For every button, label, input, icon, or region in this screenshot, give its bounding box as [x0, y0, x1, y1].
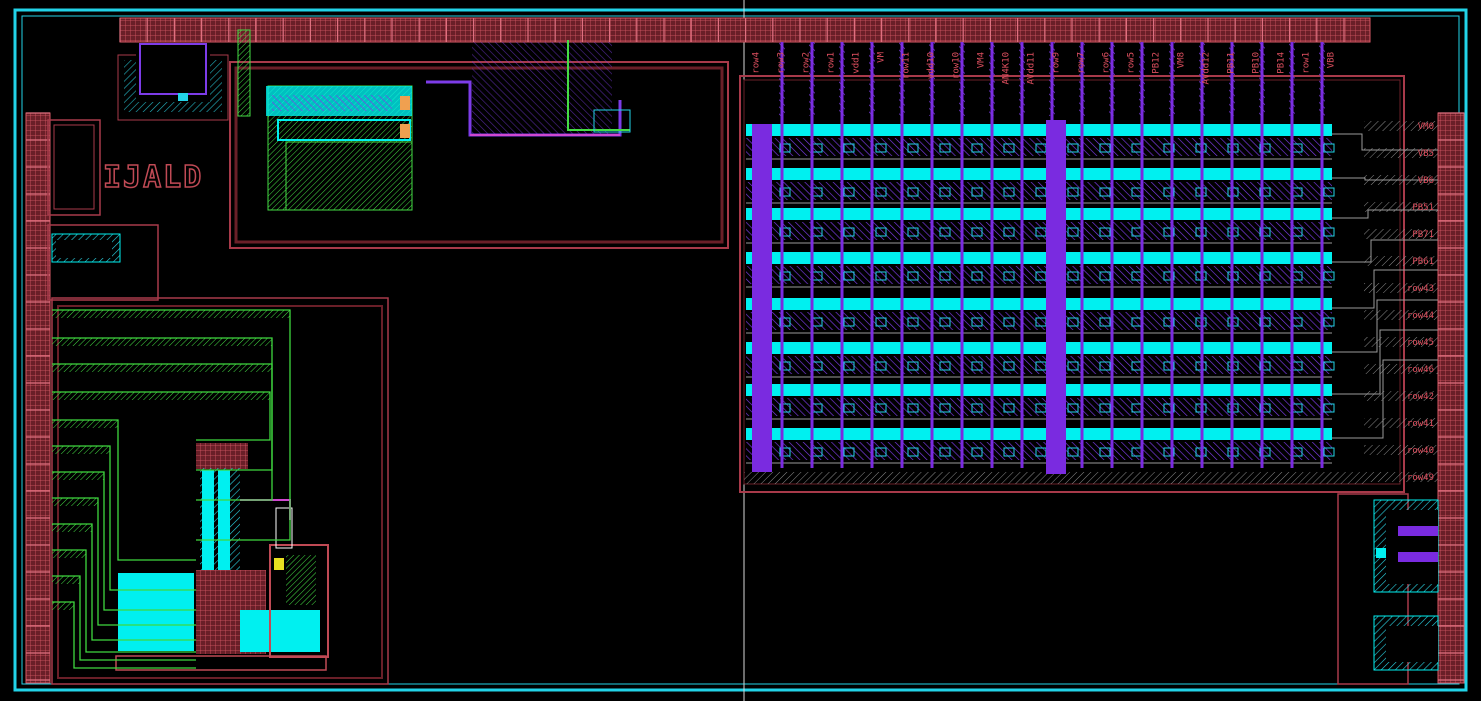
green-trace-fill — [52, 524, 92, 532]
wordline-cyan — [746, 298, 1332, 310]
green-trace-fill — [52, 498, 98, 506]
top-pin-label: AVdd12 — [1202, 52, 1212, 85]
wordline-violet — [746, 222, 1332, 240]
green-trace-fill — [52, 472, 104, 480]
bitline-via — [1289, 42, 1295, 116]
right-pin-label: VB5 — [1418, 149, 1434, 159]
top-center-block — [229, 29, 729, 249]
green-trace-fill — [52, 364, 272, 372]
top-pin-label: PB11 — [1227, 52, 1237, 74]
wordline-violet — [746, 182, 1332, 200]
top-pin-label: row7 — [1077, 52, 1087, 74]
top-pin-label: row4 — [752, 52, 762, 74]
top-pin-label: row1 — [1302, 52, 1312, 74]
top-pin-label: vdd10 — [927, 52, 937, 79]
wordline-violet — [746, 356, 1332, 374]
bottom-right-cells — [1337, 493, 1439, 685]
chip-logo: IJALD — [103, 160, 203, 195]
green-trace-fill — [52, 602, 74, 610]
green-trace-fill — [52, 576, 80, 584]
right-pin-label: VM0 — [1418, 122, 1434, 132]
bitline-via — [869, 42, 875, 116]
top-pin-label: PB12 — [1152, 52, 1162, 74]
wordline-cyan — [746, 428, 1332, 440]
right-pin-label: row49 — [1407, 473, 1434, 483]
top-pin-label: row5 — [1127, 52, 1137, 74]
wordline-violet — [746, 442, 1332, 460]
green-trace-fill — [52, 338, 272, 346]
top-pin-label: row1 — [827, 52, 837, 74]
top-pin-label: row9 — [1052, 52, 1062, 74]
top-pin-label: row11 — [902, 52, 912, 79]
green-trace-fill — [52, 392, 270, 400]
wordline-violet — [746, 398, 1332, 416]
right-pad-column — [1437, 112, 1465, 684]
top-pin-label: PB14 — [1277, 52, 1287, 74]
bitline-via — [1169, 42, 1175, 116]
green-trace-fill — [52, 550, 86, 558]
right-pin-label: row40 — [1407, 446, 1434, 456]
top-pin-label: AN4K10 — [1002, 52, 1012, 85]
top-pin-label: row10 — [952, 52, 962, 79]
wordline-cyan — [746, 124, 1332, 136]
right-pin-label: row44 — [1407, 311, 1434, 321]
top-pin-label: vdd1 — [852, 52, 862, 74]
bitline-via — [989, 42, 995, 116]
right-pin-label: PB61 — [1412, 257, 1434, 267]
bottom-left-block — [47, 224, 389, 685]
right-pin-label: row42 — [1407, 392, 1434, 402]
top-pin-label: row6 — [1102, 52, 1112, 74]
green-trace — [52, 419, 196, 561]
wordline-cyan — [746, 384, 1332, 396]
wordline-cyan — [746, 342, 1332, 354]
right-pin-label: PB71 — [1412, 230, 1434, 240]
green-trace-fill — [52, 420, 118, 428]
right-pin-label: VB6 — [1418, 176, 1434, 186]
right-pin-labels: VM0 VB5 VB6 PB51 PB71 PB61 row43 row44 row45 row4… — [1364, 121, 1438, 483]
green-trace-fill — [52, 310, 290, 318]
right-pin-label: row43 — [1407, 284, 1434, 294]
chip-layout: IJALD row4 row3 row2 row1 vdd1 VM row11 … — [13, 0, 1468, 701]
top-pin-label: PB10 — [1252, 52, 1262, 74]
top-pin-label: VM8 — [1177, 52, 1187, 68]
top-pin-label: VM — [877, 51, 887, 62]
wordline-violet — [746, 138, 1332, 156]
array-rows — [746, 124, 1438, 464]
bitline-via — [1139, 42, 1145, 116]
top-pin-label: row3 — [777, 52, 787, 74]
right-pin-label: row45 — [1407, 338, 1434, 348]
bitline-via — [839, 42, 845, 116]
right-pin-label: row41 — [1407, 419, 1434, 429]
top-pin-label: AVdd11 — [1027, 52, 1037, 85]
wordline-violet — [746, 266, 1332, 284]
row-route — [1332, 133, 1438, 151]
top-pin-label: row2 — [802, 52, 812, 74]
green-trace — [52, 445, 196, 591]
wordline-violet — [746, 312, 1332, 330]
bitline-via — [1019, 42, 1025, 116]
right-pin-label: PB51 — [1412, 203, 1434, 213]
bitline-via — [1319, 42, 1325, 116]
wordline-cyan — [746, 208, 1332, 220]
wordline-cyan — [746, 252, 1332, 264]
top-pin-label: VM4 — [977, 52, 987, 68]
wordline-cyan — [746, 168, 1332, 180]
top-pin-label: VBB — [1327, 52, 1337, 68]
green-trace-fill — [52, 446, 110, 454]
right-pin-label: row46 — [1407, 365, 1434, 375]
left-pad-column — [25, 112, 51, 684]
